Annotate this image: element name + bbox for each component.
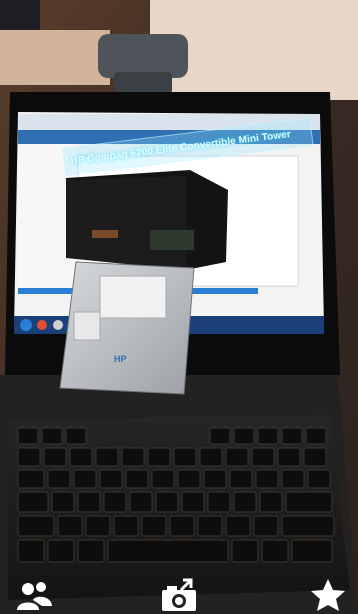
camera-view — [0, 0, 358, 614]
taskbar-icon — [53, 320, 63, 330]
webcam — [98, 34, 188, 78]
webcam-stand — [114, 72, 172, 94]
ar-viewer: HP Compaq 6200 Elite Convertible Mini To… — [0, 0, 358, 614]
star-icon — [311, 579, 345, 611]
favorite-button[interactable] — [308, 578, 348, 612]
cover-label — [99, 275, 167, 319]
camera-share-icon — [162, 578, 196, 611]
tower-drive-bay — [150, 230, 194, 250]
chair-fabric — [0, 30, 110, 85]
keyboard-keys — [17, 427, 335, 563]
people-share-button[interactable] — [14, 578, 54, 612]
cover-sticker — [73, 311, 101, 341]
people-icon — [17, 582, 52, 610]
capture-share-button[interactable] — [159, 578, 199, 612]
tower-cable — [92, 230, 118, 238]
taskbar-icon — [37, 320, 47, 330]
tower-side-panel — [66, 176, 186, 270]
bottom-toolbar — [0, 576, 358, 614]
ar-brand-badge: HP — [114, 354, 127, 364]
taskbar-start-icon — [20, 319, 32, 331]
